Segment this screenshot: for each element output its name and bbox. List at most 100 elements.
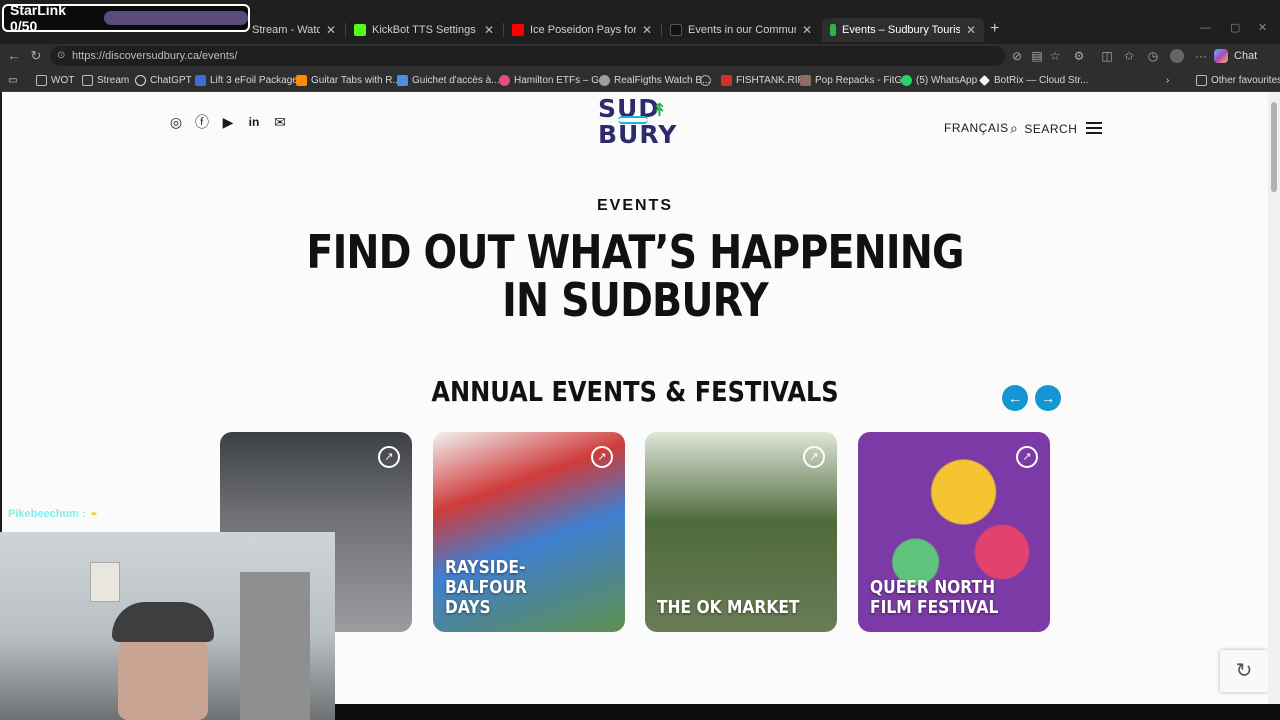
globe-icon [700,74,711,86]
extensions-icon[interactable]: ⚙ [1072,49,1086,63]
language-toggle[interactable]: FRANÇAIS [944,121,1009,135]
bookmark-botrix[interactable]: BotRix — Cloud Str... [979,73,1088,87]
site-info-icon[interactable]: ⊙ [57,46,65,66]
close-icon[interactable]: ✕ [966,23,976,37]
wordpress-icon [599,74,610,86]
page-eyebrow: EVENTS [596,197,673,214]
favorites-icon[interactable]: ✩ [1122,49,1136,63]
star-icon[interactable]: ☆ [1048,49,1062,63]
page-scrollbar[interactable] [1268,92,1280,704]
site-icon [296,74,307,86]
title-line1: QUEER NORTH [870,577,996,598]
search-label: SEARCH [1024,121,1078,136]
tab-kickbot[interactable]: KickBot TTS Settings ✕ [346,18,502,42]
bookmark-globe[interactable] [700,73,715,87]
external-link-icon[interactable]: ↗ [803,446,825,468]
bookmark-hamilton[interactable]: Hamilton ETFs – G... [499,73,607,87]
folder-icon [1196,74,1207,86]
copilot-chat-button[interactable]: Chat [1214,47,1257,65]
close-icon[interactable]: ✕ [484,23,494,37]
logo-line2: BURY [598,120,678,149]
copilot-icon [1214,49,1228,63]
kick-icon [354,24,366,36]
close-icon[interactable]: ✕ [642,23,652,37]
site-icon [800,74,811,86]
event-card-ok-market[interactable]: THE OK MARKET ↗ [645,432,837,632]
site-icon [499,74,510,86]
event-card-rayside-balfour[interactable]: RAYSIDE-BALFOUR DAYS ↗ [433,432,625,632]
external-link-icon[interactable]: ↗ [1016,446,1038,468]
bookmark-chatgpt[interactable]: ChatGPT [135,73,192,87]
chevron-right-icon[interactable]: › [1166,73,1169,87]
event-card-queer-north[interactable]: QUEER NORTH FILM FESTIVAL ↗ [858,432,1050,632]
close-icon[interactable]: ✕ [326,23,336,37]
tab-events-sudbury[interactable]: Events – Sudbury Tourism ✕ [822,18,984,42]
bookmark-guitar-tabs[interactable]: Guitar Tabs with R... [296,73,401,87]
starlink-overlay: StarLink 0/50 [2,2,250,34]
bookmark-lift[interactable]: Lift 3 eFoil Package... [195,73,306,87]
bookmark-realfights[interactable]: RealFigths Watch B... [599,73,710,87]
tab-title: Events – Sudbury Tourism [842,24,960,36]
linkedin-icon[interactable]: in [246,114,262,130]
recaptcha-badge[interactable]: ↻ [1220,650,1268,692]
taskbar-strip [335,704,1280,720]
history-icon[interactable]: ◷ [1146,49,1160,63]
bookmark-label: Stream [97,74,130,86]
hamburger-menu-icon[interactable] [1086,122,1102,134]
new-tab-icon[interactable]: + [990,20,999,38]
more-icon[interactable]: ··· [1194,49,1208,63]
collections-icon[interactable]: ▭ [8,73,17,87]
sudbury-logo[interactable]: SUD BURY ↟ [598,96,678,152]
webcam-overlay [0,532,335,720]
instagram-icon[interactable]: ◎ [168,114,184,130]
chat-username: Pikebeechum [8,508,79,520]
bookmark-wot[interactable]: WOT [36,73,74,87]
bookmark-label: Guitar Tabs with R... [311,74,401,86]
background-shelf [240,572,310,720]
url-field[interactable]: ⊙ https://discoversudbury.ca/events/ [50,46,1005,66]
close-icon[interactable]: ✕ [802,23,812,37]
bookmarks-bar: ▭ WOT Stream ChatGPT Lift 3 eFoil Packag… [0,68,1280,92]
minimize-icon[interactable]: — [1200,22,1211,34]
title-line1: THE OK MARKET [657,597,800,618]
address-toolbar: ← ↻ ⊙ https://discoversudbury.ca/events/… [0,44,1280,68]
window-close-icon[interactable]: ✕ [1258,21,1267,34]
external-link-icon[interactable]: ↗ [378,446,400,468]
event-card-title: RAYSIDE-BALFOUR DAYS [445,558,600,618]
carousel-next-button[interactable]: → [1035,385,1061,411]
bookmark-pop-repacks[interactable]: Pop Repacks - FitG... [800,73,911,87]
wall-map [90,562,120,602]
tab-events-community[interactable]: Events in our Community ✕ [662,18,820,42]
scrollbar-thumb[interactable] [1271,102,1277,192]
bookmark-guichet[interactable]: Guichet d'accès à... [397,73,500,87]
search-icon: ⌕ [1010,120,1019,136]
bookmark-whatsapp[interactable]: (5) WhatsApp [901,73,977,87]
avatar[interactable] [1170,49,1184,63]
refresh-icon[interactable]: ↻ [28,48,44,64]
bookmark-other-favourites[interactable]: Other favourites [1196,73,1280,87]
back-icon[interactable]: ← [6,48,22,64]
chat-separator: : [81,508,86,520]
event-card-title: THE OK MARKET [657,598,799,618]
bookmark-stream[interactable]: Stream [82,73,129,87]
whatsapp-icon [901,74,912,86]
youtube-icon[interactable]: ▶ [220,114,236,130]
reader-icon[interactable]: ▤ [1030,49,1044,63]
maximize-icon[interactable]: ▢ [1230,21,1240,34]
folder-icon [36,74,47,86]
carousel-prev-button[interactable]: ← [1002,385,1028,411]
bookmark-label: (5) WhatsApp [916,74,978,86]
facebook-icon[interactable]: ⓕ [194,114,210,130]
tab-stream[interactable]: Stream - Watch Live o ✕ [244,18,344,42]
email-icon[interactable]: ✉ [272,114,288,130]
external-link-icon[interactable]: ↗ [591,446,613,468]
tracking-icon[interactable]: ⊘ [1010,49,1024,63]
bookmark-fishtank[interactable]: FISHTANK.RIP [721,73,804,87]
split-screen-icon[interactable]: ◫ [1100,49,1114,63]
bookmark-label: BotRix — Cloud Str... [994,74,1089,86]
site-icon [979,74,990,86]
bookmark-label: Other favourites [1211,74,1280,86]
tab-youtube[interactable]: Ice Poseidon Pays for Befriending ✕ [504,18,660,42]
search-button[interactable]: ⌕ SEARCH [1010,120,1077,137]
headline-line1: FIND OUT WHAT’S HAPPENING [306,225,964,279]
